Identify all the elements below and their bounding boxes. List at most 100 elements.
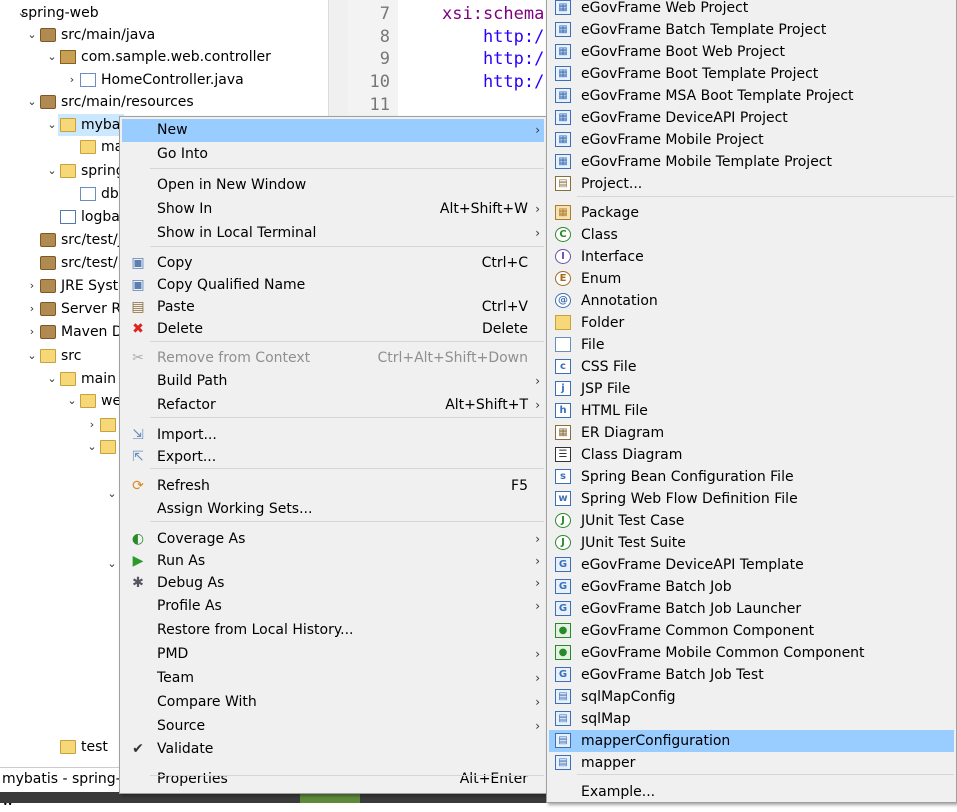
new-item-egovframe-boot-web-project[interactable]: ▦ eGovFrame Boot Web Project — [549, 41, 954, 63]
new-item-egovframe-boot-template-project[interactable]: ▦ eGovFrame Boot Template Project — [549, 63, 954, 85]
new-item-egovframe-mobile-template-project[interactable]: ▦ eGovFrame Mobile Template Project — [549, 151, 954, 173]
new-item-class-diagram[interactable]: ☰ Class Diagram — [549, 444, 954, 466]
collapse-arrow-icon[interactable]: ⌄ — [26, 24, 38, 46]
menu-item-new[interactable]: New › — [122, 119, 544, 142]
new-item-spring-bean-configuration-file[interactable]: s Spring Bean Configuration File — [549, 466, 954, 488]
menu-item-import[interactable]: ⇲ Import... — [122, 424, 544, 447]
menu-item-label: eGovFrame DeviceAPI Template — [581, 557, 804, 573]
menu-item-profile-as[interactable]: Profile As › — [122, 595, 544, 618]
new-item-egovframe-msa-boot-template-project[interactable]: ▦ eGovFrame MSA Boot Template Project — [549, 85, 954, 107]
menu-item-go-into[interactable]: Go Into — [122, 143, 544, 166]
new-item-enum[interactable]: E Enum — [549, 268, 954, 290]
package-icon: ▦ — [555, 205, 571, 220]
new-item-html-file[interactable]: h HTML File — [549, 400, 954, 422]
menu-item-pmd[interactable]: PMD › — [122, 643, 544, 666]
new-item-egovframe-batch-job-launcher[interactable]: GeGovFrame Batch Job Launcher — [549, 598, 954, 620]
new-item-jsp-file[interactable]: j JSP File — [549, 378, 954, 400]
menu-item-paste[interactable]: ▤ Paste Ctrl+V — [122, 296, 544, 319]
menu-item-copy-qualified-name[interactable]: ▣ Copy Qualified Name — [122, 274, 544, 297]
menu-item-remove-from-context: ✂ Remove from Context Ctrl+Alt+Shift+Down — [122, 347, 544, 370]
new-item-package[interactable]: ▦ Package — [549, 202, 954, 224]
collapse-arrow-icon[interactable]: ⌄ — [46, 46, 58, 68]
new-item-junit-test-suite[interactable]: J JUnit Test Suite — [549, 532, 954, 554]
menu-item-label: Go Into — [157, 146, 208, 162]
new-item-mapper[interactable]: ▤ mapper — [549, 752, 954, 774]
tree-node[interactable]: › HomeController.java — [0, 69, 328, 91]
new-item-egovframe-batch-job[interactable]: GeGovFrame Batch Job — [549, 576, 954, 598]
menu-item-label: sqlMapConfig — [581, 689, 676, 705]
collapse-arrow-icon[interactable]: ⌄ — [26, 345, 38, 367]
collapse-arrow-icon[interactable]: ⌄ — [46, 114, 58, 136]
new-item-annotation[interactable]: @ Annotation — [549, 290, 954, 312]
menu-item-copy[interactable]: ▣ Copy Ctrl+C — [122, 252, 544, 275]
source-folder-icon — [40, 28, 56, 42]
new-item-egovframe-web-project[interactable]: ▦ eGovFrame Web Project — [549, 0, 954, 19]
expand-arrow-icon[interactable]: › — [86, 414, 98, 436]
new-item-egovframe-batch-template-project[interactable]: ▦ eGovFrame Batch Template Project — [549, 19, 954, 41]
menu-item-source[interactable]: Source › — [122, 715, 544, 738]
xml-file-icon — [60, 210, 76, 224]
collapse-arrow-icon[interactable]: ⌄ — [66, 390, 78, 412]
expand-arrow-icon[interactable]: › — [66, 69, 78, 91]
menu-item-refactor[interactable]: Refactor Alt+Shift+T › — [122, 394, 544, 417]
new-item-example[interactable]: Example... — [549, 781, 954, 803]
tree-node[interactable]: ⌄ src/main/java — [0, 24, 328, 46]
new-item-egovframe-batch-job-test[interactable]: GeGovFrame Batch Job Test — [549, 664, 954, 686]
new-item-egovframe-deviceapi-project[interactable]: ▦ eGovFrame DeviceAPI Project — [549, 107, 954, 129]
new-item-egovframe-mobile-project[interactable]: ▦ eGovFrame Mobile Project — [549, 129, 954, 151]
new-item-interface[interactable]: I Interface — [549, 246, 954, 268]
debug-icon: ✱ — [132, 575, 144, 591]
new-item-mapperconfiguration[interactable]: ▤ mapperConfiguration — [549, 730, 954, 752]
collapse-arrow-icon[interactable]: ⌄ — [106, 483, 118, 505]
menu-item-restore-from-local-history[interactable]: Restore from Local History... — [122, 619, 544, 642]
expand-arrow-icon[interactable]: › — [26, 275, 38, 297]
menu-item-run-as[interactable]: ▶ Run As › — [122, 550, 544, 573]
new-item-egovframe-mobile-common-component[interactable]: ● eGovFrame Mobile Common Component — [549, 642, 954, 664]
menu-item-shortcut: F5 — [511, 478, 528, 494]
menu-item-show-in-local-terminal[interactable]: Show in Local Terminal › — [122, 222, 544, 245]
menu-item-coverage-as[interactable]: ◐ Coverage As › — [122, 528, 544, 551]
collapse-arrow-icon[interactable]: ⌄ — [86, 436, 98, 458]
tree-node-label: db — [101, 186, 119, 202]
tree-node[interactable]: ⌄ myba — [47, 114, 124, 136]
egov-template-icon: G — [555, 601, 571, 616]
tree-node[interactable]: ⌄ com.sample.web.controller — [0, 46, 328, 68]
menu-item-validate[interactable]: ✔ Validate — [122, 738, 544, 761]
new-item-folder[interactable]: Folder — [549, 312, 954, 334]
sqlmap-icon: ▤ — [555, 711, 571, 726]
menu-item-team[interactable]: Team › — [122, 667, 544, 690]
tree-node[interactable]: ⌄ spring-web — [0, 2, 328, 24]
menu-item-properties[interactable]: Properties Alt+Enter — [122, 768, 544, 791]
export-icon: ⇱ — [132, 449, 144, 465]
menu-item-refresh[interactable]: ⟳ Refresh F5 — [122, 475, 544, 498]
menu-separator — [150, 246, 544, 247]
new-item-css-file[interactable]: c CSS File — [549, 356, 954, 378]
new-item-file[interactable]: File — [549, 334, 954, 356]
menu-item-show-in[interactable]: Show In Alt+Shift+W › — [122, 198, 544, 221]
menu-item-assign-working-sets[interactable]: Assign Working Sets... — [122, 498, 544, 521]
new-item-spring-web-flow-definition-file[interactable]: w Spring Web Flow Definition File — [549, 488, 954, 510]
menu-item-compare-with[interactable]: Compare With › — [122, 691, 544, 714]
menu-item-delete[interactable]: ✖ Delete Delete — [122, 318, 544, 341]
new-item-egovframe-common-component[interactable]: ● eGovFrame Common Component — [549, 620, 954, 642]
menu-item-label: Copy Qualified Name — [157, 277, 306, 293]
html-file-icon: h — [555, 403, 571, 418]
tree-node[interactable]: ⌄ src/main/resources — [0, 91, 328, 113]
new-item-class[interactable]: C Class — [549, 224, 954, 246]
collapse-arrow-icon[interactable]: ⌄ — [26, 91, 38, 113]
new-item-egovframe-deviceapi-template[interactable]: GeGovFrame DeviceAPI Template — [549, 554, 954, 576]
expand-arrow-icon[interactable]: › — [26, 321, 38, 343]
collapse-arrow-icon[interactable]: ⌄ — [106, 553, 118, 575]
collapse-arrow-icon[interactable]: ⌄ — [46, 368, 58, 390]
collapse-arrow-icon[interactable]: ⌄ — [46, 160, 58, 182]
menu-item-debug-as[interactable]: ✱ Debug As › — [122, 572, 544, 595]
menu-item-build-path[interactable]: Build Path › — [122, 370, 544, 393]
new-item-junit-test-case[interactable]: J JUnit Test Case — [549, 510, 954, 532]
menu-item-export[interactable]: ⇱ Export... — [122, 446, 544, 469]
menu-item-open-in-new-window[interactable]: Open in New Window — [122, 174, 544, 197]
expand-arrow-icon[interactable]: › — [26, 298, 38, 320]
new-item-sqlmap[interactable]: ▤ sqlMap — [549, 708, 954, 730]
new-item-er-diagram[interactable]: ▦ ER Diagram — [549, 422, 954, 444]
new-item-sqlmapconfig[interactable]: ▤ sqlMapConfig — [549, 686, 954, 708]
new-item-project[interactable]: ▤ Project... — [549, 173, 954, 195]
